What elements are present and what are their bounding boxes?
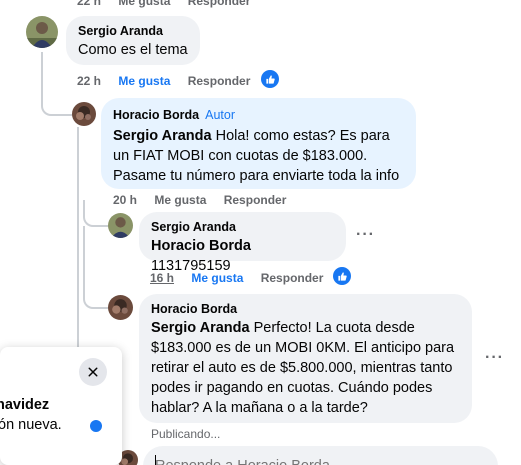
notification-popup: navidez ón nueva. <box>0 347 122 465</box>
comment-actions: 16 h Me gusta Responder <box>150 271 337 285</box>
reply-button[interactable]: Responder <box>261 271 324 285</box>
comment-time[interactable]: 22 h <box>77 0 101 8</box>
more-horizontal-icon[interactable]: ··· <box>485 349 504 367</box>
avatar[interactable] <box>72 102 96 126</box>
comment-text: Sergio Aranda Hola! como estas? Es para … <box>113 126 404 186</box>
comment-text: Horacio Borda 1131795159 <box>151 236 334 276</box>
comment-bubble: Sergio Aranda Horacio Borda 1131795159 <box>139 212 346 274</box>
mention[interactable]: Sergio Aranda <box>151 320 250 336</box>
comment-time[interactable]: 16 h <box>150 271 174 285</box>
comment-author[interactable]: Horacio Borda <box>151 302 460 316</box>
notification-subtitle: ón nueva. <box>0 417 62 433</box>
comment-time[interactable]: 20 h <box>113 193 137 207</box>
like-button[interactable]: Me gusta <box>191 271 243 285</box>
close-icon <box>88 367 98 377</box>
comment-text: Como es el tema <box>78 42 188 58</box>
like-button[interactable]: Me gusta <box>154 193 206 207</box>
mention[interactable]: Sergio Aranda <box>113 128 212 144</box>
comment-bubble: Horacio Borda Autor Sergio Aranda Hola! c… <box>101 98 416 189</box>
comment-author[interactable]: Sergio Aranda <box>78 24 188 38</box>
mention[interactable]: Horacio Borda <box>151 238 251 254</box>
comment-bubble: Horacio Borda Sergio Aranda Perfecto! La… <box>139 294 472 423</box>
comment-author[interactable]: Sergio Aranda <box>151 220 334 234</box>
comment-bubble: Sergio Aranda Como es el tema <box>66 16 200 65</box>
reply-button[interactable]: Responder <box>188 74 251 88</box>
like-button[interactable]: Me gusta <box>118 0 170 8</box>
avatar[interactable] <box>26 16 58 48</box>
reply-button[interactable]: Responder <box>188 0 251 8</box>
comment-text: Sergio Aranda Perfecto! La cuota desde $… <box>151 318 460 418</box>
comment-author[interactable]: Horacio Borda <box>113 108 199 122</box>
comment-actions: 22 h Me gusta Responder <box>77 74 264 88</box>
author-badge: Autor <box>205 108 236 122</box>
thread-line <box>41 52 73 116</box>
thumbs-up-icon[interactable] <box>261 70 279 88</box>
comment-actions: 20 h Me gusta Responder <box>113 193 300 207</box>
text-caret <box>155 455 156 465</box>
thread-line <box>83 226 109 309</box>
comment-actions: 22 h Me gusta Responder <box>77 0 264 8</box>
publishing-status: Publicando... <box>151 427 221 441</box>
comment-header: Horacio Borda Autor <box>113 106 404 124</box>
close-button[interactable] <box>79 358 107 386</box>
reply-input[interactable] <box>143 446 498 465</box>
avatar[interactable] <box>108 295 133 320</box>
avatar[interactable] <box>108 213 133 238</box>
like-button[interactable]: Me gusta <box>118 74 170 88</box>
notification-title[interactable]: navidez <box>0 397 49 413</box>
more-horizontal-icon[interactable]: ··· <box>356 226 375 244</box>
unread-dot <box>90 420 102 432</box>
thumbs-up-icon[interactable] <box>333 267 351 285</box>
comment-time[interactable]: 22 h <box>77 74 101 88</box>
reply-button[interactable]: Responder <box>224 193 287 207</box>
thread-line <box>83 200 109 227</box>
